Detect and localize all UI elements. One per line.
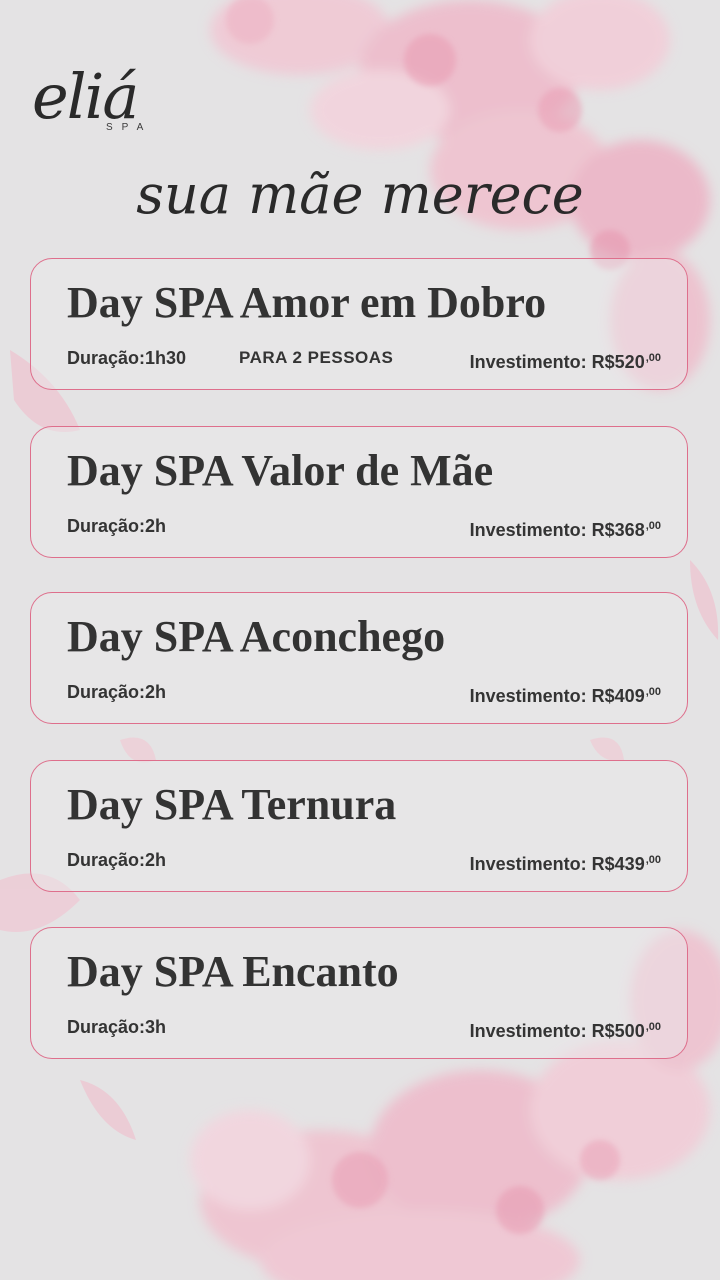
package-duration: Duração:2h [67, 516, 167, 536]
elia-spa-logo: eliá SPA [32, 30, 172, 140]
package-duration: Duração:2h [67, 682, 167, 702]
package-duration: Duração:3h [67, 1017, 167, 1037]
package-price: Investimento: R$439,00 [470, 849, 661, 875]
package-price-value: Investimento: R$439 [469, 854, 645, 874]
package-price-value: Investimento: R$500 [469, 1021, 645, 1041]
package-card-valor-de-mae: Day SPA Valor de Mãe Duração:2h Investim… [30, 426, 688, 558]
logo-subtitle: SPA [106, 122, 153, 133]
package-price: Investimento: R$500,00 [470, 1016, 661, 1042]
package-price-cents: ,00 [645, 686, 661, 698]
package-price-cents: ,00 [645, 352, 661, 364]
page-headline: sua mãe merece [136, 163, 584, 226]
package-price: Investimento: R$409,00 [470, 681, 661, 707]
package-title: Day SPA Ternura [67, 780, 397, 829]
package-price-cents: ,00 [645, 1021, 661, 1033]
package-price: Investimento: R$520,00 [470, 347, 661, 373]
package-people-note: PARA 2 PESSOAS [239, 348, 394, 367]
package-title: Day SPA Aconchego [67, 612, 446, 661]
package-card-aconchego: Day SPA Aconchego Duração:2h Investiment… [30, 592, 688, 724]
package-price-value: Investimento: R$368 [469, 520, 645, 540]
logo-wordmark: eliá [32, 60, 139, 133]
package-title: Day SPA Encanto [67, 947, 399, 996]
package-price-value: Investimento: R$520 [469, 352, 645, 372]
package-duration: Duração:2h [67, 850, 167, 870]
package-title: Day SPA Valor de Mãe [67, 446, 494, 495]
package-card-ternura: Day SPA Ternura Duração:2h Investimento:… [30, 760, 688, 892]
package-title: Day SPA Amor em Dobro [67, 278, 547, 327]
package-price: Investimento: R$368,00 [470, 515, 661, 541]
package-card-encanto: Day SPA Encanto Duração:3h Investimento:… [30, 927, 688, 1059]
package-price-cents: ,00 [645, 854, 661, 866]
package-price-value: Investimento: R$409 [469, 686, 645, 706]
package-duration: Duração:1h30 [67, 348, 187, 368]
package-price-cents: ,00 [645, 520, 661, 532]
package-card-amor-em-dobro: Day SPA Amor em Dobro Duração:1h30 PARA … [30, 258, 688, 390]
